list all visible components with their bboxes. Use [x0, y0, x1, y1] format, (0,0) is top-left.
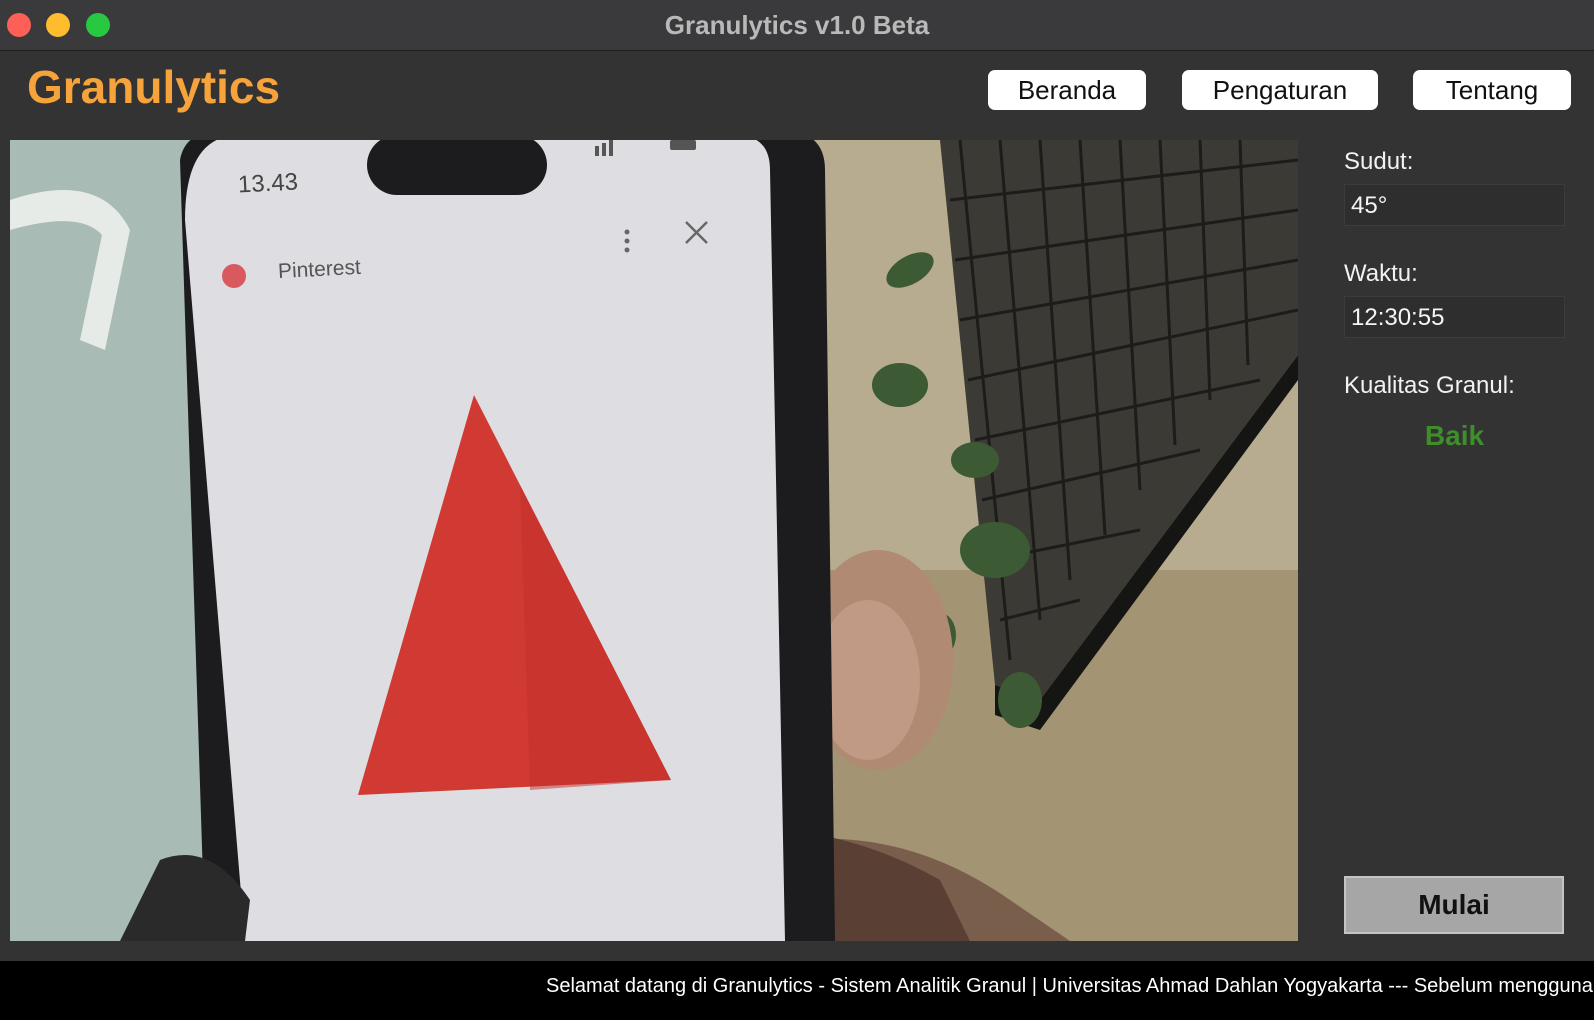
angle-label: Sudut:: [1344, 148, 1414, 175]
camera-feed: 13.43 Pinterest: [10, 140, 1298, 941]
phone-time: 13.43: [237, 168, 299, 199]
camera-frame-image: [10, 140, 1298, 941]
nav-tentang-button[interactable]: Tentang: [1413, 70, 1571, 110]
quality-label: Kualitas Granul:: [1344, 372, 1515, 399]
ticker-text: Selamat datang di Granulytics - Sistem A…: [546, 975, 1594, 997]
nav-beranda-button[interactable]: Beranda: [988, 70, 1146, 110]
time-label: Waktu:: [1344, 260, 1418, 287]
app-window: Granulytics v1.0 Beta Granulytics Berand…: [0, 0, 1594, 1020]
nav-pengaturan-button[interactable]: Pengaturan: [1182, 70, 1378, 110]
start-button[interactable]: Mulai: [1344, 876, 1564, 934]
phone-app-name: Pinterest: [277, 255, 362, 284]
angle-field: 45°: [1344, 184, 1565, 226]
time-field: 12:30:55: [1344, 296, 1565, 338]
marquee-ticker: Selamat datang di Granulytics - Sistem A…: [0, 961, 1594, 1020]
title-bar: Granulytics v1.0 Beta: [0, 0, 1594, 51]
app-logo: Granulytics: [27, 61, 281, 113]
quality-value: Baik: [1424, 420, 1485, 451]
window-title: Granulytics v1.0 Beta: [664, 10, 930, 40]
